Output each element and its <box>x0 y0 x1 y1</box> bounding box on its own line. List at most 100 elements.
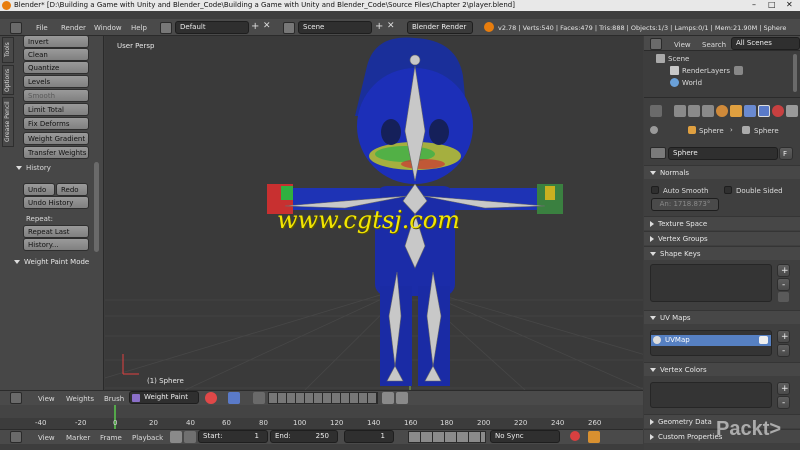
shape-key-remove-button[interactable]: - <box>777 278 790 291</box>
editor-type-icon[interactable] <box>10 22 22 34</box>
undo-button[interactable]: Undo <box>23 183 55 196</box>
quantize-button[interactable]: Quantize <box>23 61 89 74</box>
record-icon[interactable] <box>570 431 580 441</box>
pin-icon[interactable] <box>650 126 658 134</box>
render-anim-icon[interactable] <box>396 392 408 404</box>
uv-map-add-button[interactable]: + <box>777 330 790 343</box>
timeline-menu-frame[interactable]: Frame <box>100 434 122 442</box>
uv-map-row[interactable]: UVMap <box>651 335 771 346</box>
shape-key-add-button[interactable]: + <box>777 264 790 277</box>
double-sided-checkbox[interactable] <box>724 186 732 194</box>
layout-selector[interactable]: Default <box>175 21 249 34</box>
mesh-name-field[interactable]: Sphere <box>668 147 778 160</box>
layer-buttons[interactable] <box>268 392 378 404</box>
shape-key-specials-icon[interactable] <box>778 292 789 302</box>
keying-set-icon[interactable] <box>588 431 600 443</box>
view3d-menu-view[interactable]: View <box>38 395 55 403</box>
undo-history-button[interactable]: Undo History <box>23 196 89 209</box>
invert-button[interactable]: Invert <box>23 35 89 48</box>
render-layers-tab-icon[interactable] <box>688 105 700 117</box>
menu-file[interactable]: File <box>36 24 48 32</box>
auto-smooth-checkbox[interactable] <box>651 186 659 194</box>
outliner-item-world[interactable]: World <box>650 78 790 89</box>
scene-tab-icon[interactable] <box>702 105 714 117</box>
world-tab-icon[interactable] <box>716 105 728 117</box>
repeat-last-button[interactable]: Repeat Last <box>23 225 89 238</box>
pivot-point-icon[interactable] <box>228 392 240 404</box>
view3d-menu-brush[interactable]: Brush <box>104 395 124 403</box>
levels-button[interactable]: Levels <box>23 75 89 88</box>
scene-icon[interactable] <box>283 22 295 34</box>
fake-user-button[interactable]: F <box>779 147 793 160</box>
view3d-menu-weights[interactable]: Weights <box>66 395 94 403</box>
outliner-item-renderlayers[interactable]: RenderLayers <box>650 66 790 77</box>
material-tab-icon[interactable] <box>772 105 784 117</box>
lock-icon[interactable] <box>184 431 196 443</box>
uv-map-remove-button[interactable]: - <box>777 344 790 357</box>
render-engine-selector[interactable]: Blender Render <box>407 21 473 34</box>
outliner-item-scene[interactable]: Scene <box>650 54 790 65</box>
render-camera-icon[interactable] <box>382 392 394 404</box>
tab-tools[interactable]: Tools <box>2 37 14 63</box>
outliner-menu-view[interactable]: View <box>674 41 691 49</box>
playback-controls[interactable] <box>408 431 486 443</box>
scene-remove-icon[interactable]: ✕ <box>387 21 395 31</box>
outliner-menu-search[interactable]: Search <box>702 41 726 49</box>
render-tab-icon[interactable] <box>674 105 686 117</box>
shape-keys-list[interactable] <box>650 264 772 302</box>
auto-smooth-angle-field[interactable]: An: 1718.873° <box>651 198 719 211</box>
end-frame-field[interactable]: End: 250 <box>270 430 338 443</box>
object-tab-icon[interactable] <box>730 105 742 117</box>
layout-add-icon[interactable]: + <box>251 21 259 32</box>
shape-keys-panel-header[interactable]: Shape Keys <box>644 246 800 260</box>
scene-add-icon[interactable]: + <box>375 21 383 32</box>
texture-tab-icon[interactable] <box>786 105 798 117</box>
mesh-datablock-icon[interactable] <box>650 147 666 159</box>
close-icon[interactable]: ✕ <box>786 0 793 9</box>
vertex-groups-panel-header[interactable]: Vertex Groups <box>644 231 800 245</box>
smooth-button[interactable]: Smooth <box>23 89 89 102</box>
scene-selector[interactable]: Scene <box>298 21 372 34</box>
current-frame-field[interactable]: 1 <box>344 430 394 443</box>
data-tab-icon[interactable] <box>758 105 770 117</box>
layout-remove-icon[interactable]: ✕ <box>263 21 271 31</box>
transfer-weights-button[interactable]: Transfer Weights <box>23 146 89 159</box>
vertex-colors-list[interactable] <box>650 382 772 408</box>
timeline-menu-view[interactable]: View <box>38 434 55 442</box>
outliner-display-mode[interactable]: All Scenes <box>731 37 800 50</box>
start-frame-field[interactable]: Start: 1 <box>198 430 268 443</box>
weight-gradient-button[interactable]: Weight Gradient <box>23 132 89 145</box>
fix-deforms-button[interactable]: Fix Deforms <box>23 117 89 130</box>
vertex-colors-panel-header[interactable]: Vertex Colors <box>644 362 800 376</box>
outliner-scrollbar[interactable] <box>793 54 797 92</box>
texture-space-panel-header[interactable]: Texture Space <box>644 216 800 230</box>
sync-mode-selector[interactable]: No Sync <box>490 430 560 443</box>
viewport-3d[interactable]: User Persp (1) Sphere www.cgtsj.com <box>105 36 643 390</box>
tool-shelf-scrollbar[interactable] <box>94 162 99 252</box>
timeline-menu-marker[interactable]: Marker <box>66 434 90 442</box>
menu-render[interactable]: Render <box>61 24 86 32</box>
vertex-color-remove-button[interactable]: - <box>777 396 790 409</box>
tab-grease-pencil[interactable]: Grease Pencil <box>2 97 14 147</box>
layout-icon[interactable] <box>160 22 172 34</box>
timeline-editor-icon[interactable] <box>10 431 22 443</box>
uv-maps-panel-header[interactable]: UV Maps <box>644 310 800 324</box>
normals-panel-header[interactable]: Normals <box>644 165 800 179</box>
limit-total-button[interactable]: Limit Total <box>23 103 89 116</box>
weight-paint-mode-header[interactable]: Weight Paint Mode <box>14 258 104 270</box>
modifiers-tab-icon[interactable] <box>744 105 756 117</box>
history-more-button[interactable]: History... <box>23 238 89 251</box>
view3d-editor-icon[interactable] <box>10 392 22 404</box>
history-panel-header[interactable]: History <box>16 164 96 176</box>
vertex-color-add-button[interactable]: + <box>777 382 790 395</box>
outliner-editor-icon[interactable] <box>650 38 662 50</box>
properties-editor-icon[interactable] <box>650 105 662 117</box>
menu-window[interactable]: Window <box>94 24 122 32</box>
tab-options[interactable]: Options <box>2 65 14 95</box>
preview-range-icon[interactable] <box>170 431 182 443</box>
minimize-icon[interactable]: – <box>752 0 756 9</box>
uv-render-camera-icon[interactable] <box>759 336 768 344</box>
clean-button[interactable]: Clean <box>23 48 89 61</box>
viewport-shading-icon[interactable] <box>205 392 217 404</box>
maximize-icon[interactable]: □ <box>768 0 776 9</box>
